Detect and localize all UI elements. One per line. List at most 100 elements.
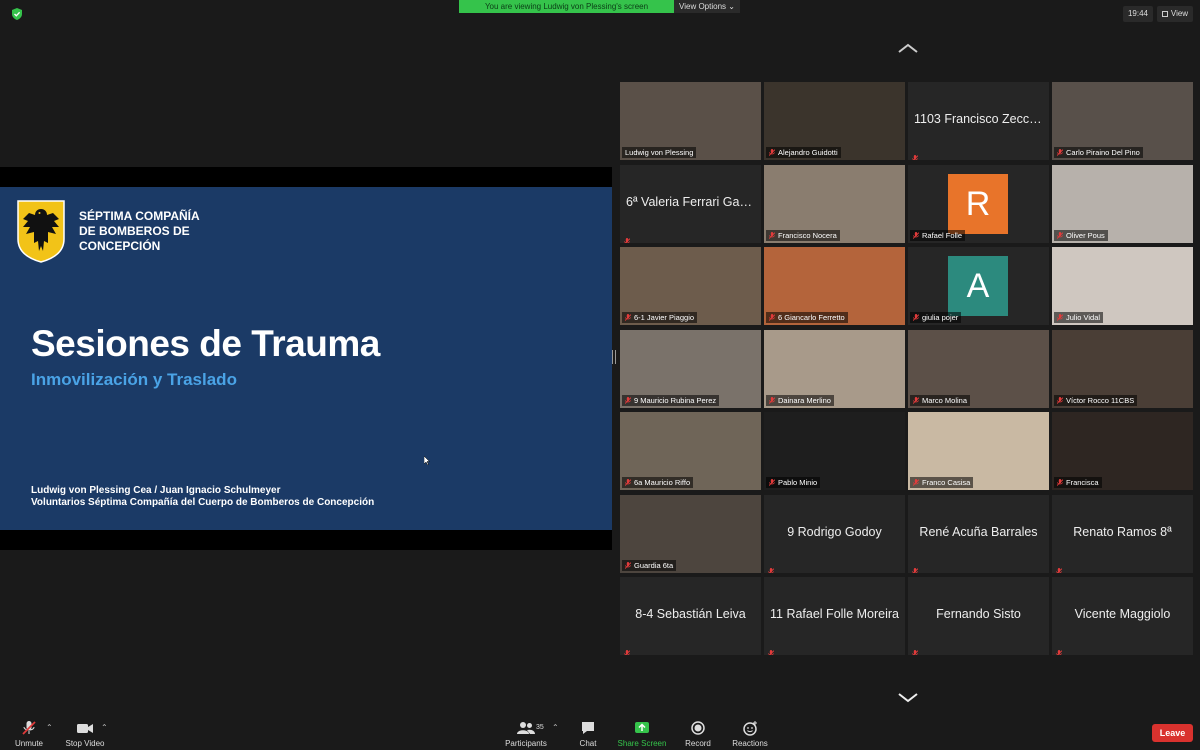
- muted-mic-icon: [768, 479, 776, 486]
- muted-mic-icon: [768, 149, 776, 156]
- slide-authors: Ludwig von Plessing Cea / Juan Ignacio S…: [31, 485, 374, 509]
- participant-tile[interactable]: René Acuña Barrales: [908, 494, 1049, 573]
- chat-button[interactable]: Chat: [574, 720, 602, 748]
- participant-tile[interactable]: Víctor Rocco 11CBS: [1052, 329, 1193, 408]
- participant-tile[interactable]: Vicente Maggiolo: [1052, 577, 1193, 655]
- participant-name-label: 6a Mauricio Riffo: [622, 477, 694, 488]
- participant-tile[interactable]: 6a Mauricio Riffo: [620, 412, 761, 490]
- participants-options-caret[interactable]: ⌃: [552, 723, 559, 732]
- participant-tile[interactable]: Franco Casisa: [908, 412, 1049, 490]
- participant-name-label: Francisco Nocera: [766, 229, 840, 241]
- participant-tile[interactable]: Marco Molina: [908, 329, 1049, 408]
- security-shield-icon[interactable]: [11, 8, 23, 20]
- participant-name: Francisca: [1066, 478, 1099, 487]
- participant-name: 6a Mauricio Riffo: [634, 478, 691, 487]
- participant-tile[interactable]: Pablo Minio: [764, 412, 905, 490]
- participant-name: 11 Rafael Folle Moreira: [770, 607, 899, 621]
- participants-count: 35: [536, 724, 544, 731]
- grid-icon: [1161, 11, 1168, 17]
- participant-name: Julio Vidal: [1066, 313, 1101, 322]
- muted-mic-icon: [768, 562, 775, 573]
- meeting-toolbar: Unmute ⌃ Stop Video ⌃ Participants 35 ⌃: [0, 717, 1200, 750]
- mouse-cursor-icon: [424, 456, 430, 465]
- reactions-button[interactable]: Reactions: [730, 720, 770, 748]
- participant-name: 8-4 Sebastián Leiva: [635, 607, 746, 621]
- muted-mic-icon: [1056, 314, 1064, 321]
- chat-bubble-icon: [582, 722, 594, 734]
- participant-name: Renato Ramos 8ª: [1073, 524, 1172, 539]
- participant-name-label: Alejandro Guidotti: [766, 147, 841, 158]
- zoom-window: You are viewing Ludwig von Plessing's sc…: [0, 0, 1200, 750]
- participant-name: 1103 Francisco Zecch...: [914, 112, 1047, 126]
- participant-name: 6ª Valeria Ferrari Gari...: [626, 194, 757, 209]
- participant-name: Franco Casisa: [922, 478, 971, 487]
- view-button-label: View: [1170, 9, 1189, 18]
- audio-options-caret[interactable]: ⌃: [46, 723, 53, 732]
- participant-name: Víctor Rocco 11CBS: [1066, 395, 1135, 405]
- muted-mic-icon: [912, 396, 920, 404]
- participant-name: Carlo Pirainо Del Pino: [1066, 148, 1140, 157]
- view-options-button[interactable]: View Options ⌄: [674, 0, 740, 13]
- participant-name: Fernando Sisto: [936, 607, 1021, 621]
- view-button[interactable]: View: [1157, 6, 1193, 22]
- muted-mic-icon: [1056, 149, 1064, 156]
- muted-mic-icon: [912, 562, 919, 573]
- participant-name-label: 6-1 Javier Piaggio: [622, 312, 698, 323]
- participant-tile[interactable]: 9 Mauricio Rubina Perez: [620, 329, 761, 408]
- muted-mic-icon: [768, 314, 776, 321]
- participant-name: Rafael Folle: [922, 230, 963, 240]
- participant-tile[interactable]: 6 Giancarlo Ferretto: [764, 247, 905, 325]
- slide-title: Sesiones de Trauma: [31, 323, 380, 364]
- participant-tile[interactable]: Guardia 6ta: [620, 494, 761, 573]
- org-line-3: CONCEPCIÓN: [79, 239, 161, 253]
- participant-tile[interactable]: 1103 Francisco Zecch...: [908, 82, 1049, 160]
- participant-tile[interactable]: Francisco Nocera: [764, 164, 905, 243]
- participant-name: Oliver Pous: [1066, 230, 1105, 240]
- participant-tile[interactable]: Alejandro Guidotti: [764, 82, 905, 160]
- participant-name: Vicente Maggiolo: [1074, 607, 1171, 621]
- participant-name: 9 Rodrigo Godoy: [787, 524, 882, 539]
- participant-tile[interactable]: 6ª Valeria Ferrari Gari...: [620, 164, 761, 243]
- participant-name-label: Julio Vidal: [1054, 312, 1104, 323]
- participant-tile[interactable]: Renato Ramos 8ª: [1052, 494, 1193, 573]
- participant-name-label: 9 Mauricio Rubina Perez: [622, 394, 720, 406]
- shared-slide: SÉPTIMA COMPAÑÍA DE BOMBEROS DE CONCEPCI…: [0, 187, 612, 530]
- participant-name-label: Francisca: [1054, 477, 1102, 488]
- video-camera-icon: [77, 724, 93, 733]
- share-screen-label: Share Screen: [617, 739, 667, 748]
- participant-tile[interactable]: Oliver Pous: [1052, 164, 1193, 243]
- participant-tile[interactable]: Francisca: [1052, 412, 1193, 490]
- chevron-up-icon[interactable]: [896, 42, 920, 54]
- organization-name: SÉPTIMA COMPAÑÍA DE BOMBEROS DE CONCEPCI…: [79, 209, 200, 254]
- participant-tile[interactable]: Fernando Sisto: [908, 577, 1049, 655]
- split-resize-handle[interactable]: [612, 350, 616, 364]
- record-button[interactable]: Record: [682, 720, 714, 748]
- participant-tile[interactable]: Ludwig von Plessing: [620, 82, 761, 160]
- org-line-1: SÉPTIMA COMPAÑÍA: [79, 209, 200, 223]
- participant-tile[interactable]: 9 Rodrigo Godoy: [764, 494, 905, 573]
- viewing-screen-banner: You are viewing Ludwig von Plessing's sc…: [459, 0, 674, 13]
- muted-mic-icon: [624, 561, 632, 569]
- participant-tile[interactable]: 11 Rafael Folle Moreira: [764, 577, 905, 655]
- participant-tile[interactable]: 8-4 Sebastián Leiva: [620, 577, 761, 655]
- unmute-label: Unmute: [14, 739, 43, 748]
- unmute-button[interactable]: Unmute: [12, 720, 46, 748]
- participant-tile[interactable]: Agiulia pojer: [908, 247, 1049, 325]
- chevron-down-icon[interactable]: [896, 692, 920, 704]
- muted-mic-icon: [912, 644, 919, 655]
- video-options-caret[interactable]: ⌃: [101, 723, 108, 732]
- participant-name: Guardia 6ta: [634, 560, 674, 570]
- participant-tile[interactable]: Carlo Pirainо Del Pino: [1052, 82, 1193, 160]
- participant-avatar: A: [948, 256, 1008, 316]
- share-screen-button[interactable]: Share Screen: [616, 720, 668, 748]
- participant-tile[interactable]: Dainara Merlino: [764, 329, 905, 408]
- participant-tile[interactable]: 6-1 Javier Piaggio: [620, 247, 761, 325]
- record-icon: [691, 721, 705, 735]
- leave-button[interactable]: Leave: [1152, 724, 1193, 742]
- muted-mic-icon: [624, 396, 632, 404]
- muted-mic-icon: [1056, 231, 1064, 239]
- participants-icon: [517, 722, 535, 734]
- participant-tile[interactable]: R Rafael Folle: [908, 164, 1049, 243]
- participant-name-label: Marco Molina: [910, 394, 971, 406]
- participant-tile[interactable]: Julio Vidal: [1052, 247, 1193, 325]
